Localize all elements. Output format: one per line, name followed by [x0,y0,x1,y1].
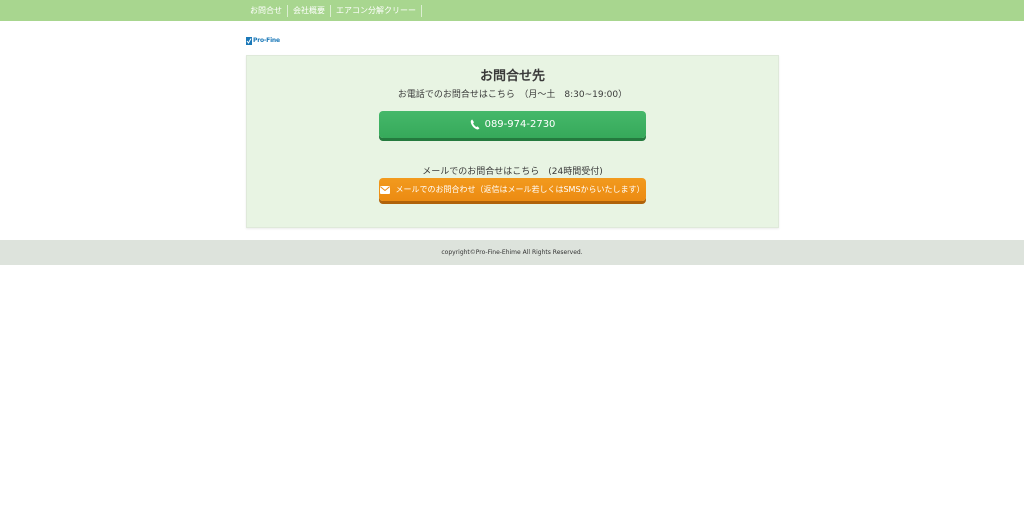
phone-number: 089-974-2730 [484,119,556,130]
nav-item-company[interactable]: 会社概要 [288,4,331,17]
contact-title: お問合せ先 [479,69,545,84]
mail-lead-text: メールでのお問合せはこちら (24時間受付) [422,167,603,177]
logo-check-icon [246,37,252,45]
mail-contact-button[interactable]: メールでのお問合わせ（返信はメール若しくはSMSからいたします） [379,178,646,201]
nav-item-aircon-cleaning[interactable]: エアコン分解クリーー [331,4,422,17]
top-nav-list: お問合せ 会社概要 エアコン分解クリーー [245,0,422,21]
contact-panel: お問合せ先 お電話でのお問合せはこちら （月〜土 8:30~19:00） 089… [246,55,779,228]
logo-text: Pro-Fine [253,37,280,44]
phone-lead-text: お電話でのお問合せはこちら （月〜土 8:30~19:00） [397,90,628,100]
footer: copyright©Pro-Fine-Ehime All Rights Rese… [0,240,1024,265]
nav-item-contact[interactable]: お問合せ [245,4,288,17]
copyright-text: copyright©Pro-Fine-Ehime All Rights Rese… [441,249,583,256]
phone-icon [470,119,479,130]
phone-call-button[interactable]: 089-974-2730 [379,111,646,138]
site-logo[interactable]: Pro-Fine [246,36,280,46]
mail-icon [380,185,391,194]
top-nav-bar: お問合せ 会社概要 エアコン分解クリーー [0,0,1024,21]
mail-button-label: メールでのお問合わせ（返信はメール若しくはSMSからいたします） [395,185,645,194]
